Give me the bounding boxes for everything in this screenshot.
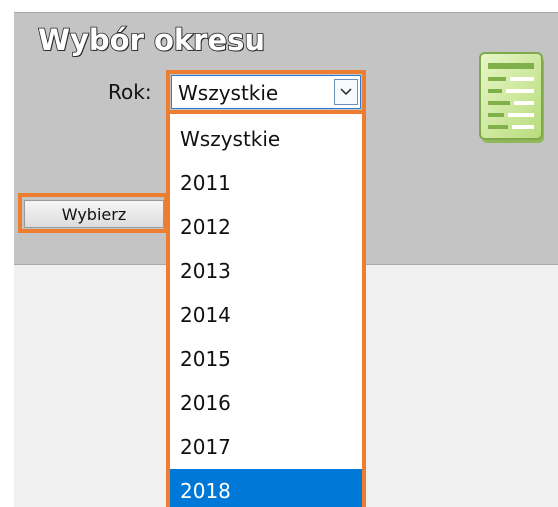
- panel-title: Wybór okresu: [37, 22, 266, 58]
- year-select-value: Wszystkie: [178, 81, 279, 105]
- year-dropdown-list: Wszystkie 2011 2012 2013 2014 2015 2016 …: [166, 110, 366, 507]
- option-2017[interactable]: 2017: [170, 425, 362, 469]
- option-2016[interactable]: 2016: [170, 381, 362, 425]
- option-2018[interactable]: 2018: [170, 469, 362, 507]
- option-2012[interactable]: 2012: [170, 205, 362, 249]
- chevron-down-icon[interactable]: [334, 79, 358, 105]
- submit-button[interactable]: Wybierz: [24, 200, 164, 228]
- option-2011[interactable]: 2011: [170, 161, 362, 205]
- document-list-icon: [479, 52, 544, 143]
- option-2015[interactable]: 2015: [170, 337, 362, 381]
- year-label: Rok:: [108, 80, 152, 104]
- left-strip: [0, 0, 14, 507]
- year-select[interactable]: Wszystkie: [171, 75, 361, 109]
- option-wszystkie[interactable]: Wszystkie: [170, 117, 362, 161]
- option-2013[interactable]: 2013: [170, 249, 362, 293]
- option-2014[interactable]: 2014: [170, 293, 362, 337]
